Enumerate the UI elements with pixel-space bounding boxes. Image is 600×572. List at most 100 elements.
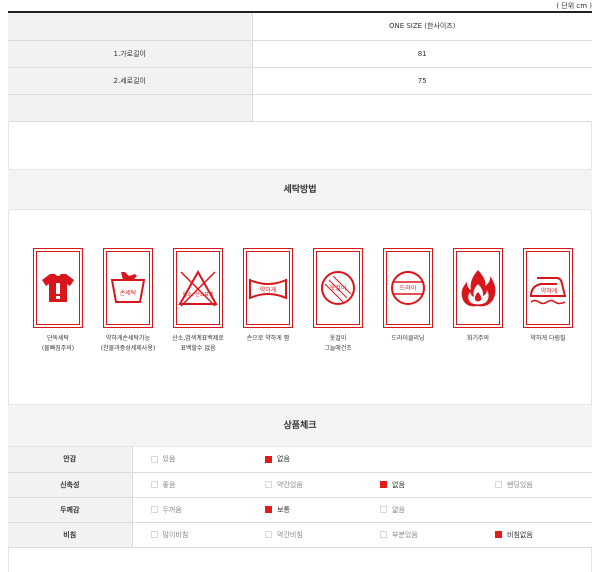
checkbox[interactable] xyxy=(150,455,158,463)
wash-item-fire: 화기주의 xyxy=(447,248,509,344)
check-option[interactable]: 약간있음 xyxy=(247,472,362,498)
product-check-table: 안감 있음 없음 신축성 좋음 약간있음 없음 밴딩있음 두께감 두꺼움 보통 … xyxy=(8,447,592,548)
check-option-label: 없음 xyxy=(277,455,290,464)
wash-item-wring: 약하게 손으로 약하게 짬 xyxy=(237,248,299,344)
wash-item-title: 산소,염색계표백제로 xyxy=(172,335,224,342)
wash-icon-frame xyxy=(453,248,503,328)
checkbox[interactable] xyxy=(380,506,387,513)
check-option-label: 비침없음 xyxy=(507,530,533,539)
checkbox[interactable] xyxy=(380,531,387,538)
check-row-label: 두께감 xyxy=(8,497,133,523)
size-row: 1.가로길이 81 xyxy=(8,40,592,68)
check-option[interactable]: 부분있음 xyxy=(362,522,477,548)
size-row-empty xyxy=(8,94,592,122)
hand-wash-tub-icon: 손세탁 xyxy=(106,251,150,325)
wash-icon-frame: 염소, 산소표백 xyxy=(173,248,223,328)
wash-section-title: 세탁방법 xyxy=(8,169,592,210)
check-option-label: 부분있음 xyxy=(392,530,418,539)
check-option[interactable]: 비침없음 xyxy=(477,522,592,548)
wash-icons-area: 단독세탁 (물빠짐주의) 손세탁 약하게손세탁가능 (찬물과중성세제사용) 염소… xyxy=(8,210,592,404)
icon-text: 손세탁 xyxy=(120,289,137,297)
check-row-stretch: 신축성 좋음 약간있음 없음 밴딩있음 xyxy=(8,472,592,498)
wash-item-iron: 약하게 약하게 다림질 xyxy=(517,248,579,344)
check-row-thickness: 두께감 두꺼움 보통 얇음 xyxy=(8,497,592,523)
check-option[interactable]: 얇음 xyxy=(362,497,477,523)
wash-item-subtitle: (물빠짐주의) xyxy=(41,345,75,352)
check-option[interactable]: 없음 xyxy=(362,472,477,498)
check-option[interactable]: 많이비침 xyxy=(132,522,247,548)
icon-text: 약하게 xyxy=(260,286,277,294)
iron-low-icon: 약하게 xyxy=(526,251,570,325)
icon-text: 약하게 xyxy=(541,287,558,295)
wash-item-dry-clean: 드라이 드라이클리닝 xyxy=(377,248,439,344)
checkbox[interactable] xyxy=(150,481,158,488)
check-option[interactable]: 약간비침 xyxy=(247,522,362,548)
spacer-box xyxy=(8,121,592,169)
check-row-label: 신축성 xyxy=(8,472,133,498)
wash-item-title: 약하게 다림질 xyxy=(530,335,566,342)
wash-item-solo: 단독세탁 (물빠짐주의) xyxy=(27,248,89,354)
check-row-label: 비침 xyxy=(8,522,133,548)
check-option-empty xyxy=(477,497,592,523)
check-option-label: 많이비침 xyxy=(162,530,189,539)
shirt-warning-icon xyxy=(36,251,80,325)
check-option[interactable]: 좋음 xyxy=(132,472,247,498)
wash-item-subtitle: 표백할수 없음 xyxy=(180,345,216,352)
checkbox-checked[interactable] xyxy=(265,455,272,463)
size-table: ONE SIZE (한사이즈) 1.가로길이 81 2.세로길이 75 xyxy=(8,13,592,122)
flammable-icon xyxy=(456,251,500,325)
wash-item-no-bleach: 염소, 산소표백 산소,염색계표백제로 표백할수 없음 xyxy=(167,248,229,354)
check-option-label: 보통 xyxy=(277,505,290,514)
checkbox-checked[interactable] xyxy=(495,531,502,538)
checkbox[interactable] xyxy=(150,506,158,513)
wash-icon-frame: 약하게 xyxy=(243,248,293,328)
wash-item-title: 화기주의 xyxy=(466,335,490,342)
size-row-label: 1.가로길이 xyxy=(8,40,253,68)
check-option-label: 없음 xyxy=(392,480,405,489)
checkbox-checked[interactable] xyxy=(265,506,272,513)
wash-icon-frame: 손세탁 xyxy=(103,248,153,328)
check-row-label: 안감 xyxy=(8,447,133,473)
icon-text: 드라이 xyxy=(400,284,417,292)
checkbox[interactable] xyxy=(150,531,158,538)
check-option[interactable]: 밴딩있음 xyxy=(477,472,592,498)
wash-item-label: 옷걸이 그늘에건조 xyxy=(307,334,369,354)
wash-item-subtitle: 그늘에건조 xyxy=(324,345,352,352)
wash-item-title: 약하게손세탁가능 xyxy=(105,335,151,342)
check-option-label: 좋음 xyxy=(162,480,176,489)
checkbox[interactable] xyxy=(265,531,272,538)
unit-label: ( 단위 cm ) xyxy=(556,2,592,10)
size-header-label: ONE SIZE (한사이즈) xyxy=(252,13,592,41)
check-option[interactable]: 없음 xyxy=(247,447,362,473)
wash-icon-frame: 드라이 xyxy=(383,248,433,328)
wash-item-shade-dry: 옷걸이 옷걸이 그늘에건조 xyxy=(307,248,369,354)
wash-item-subtitle: (찬물과중성세제사용) xyxy=(100,345,156,352)
check-option[interactable]: 있음 xyxy=(132,447,247,473)
wash-icon-frame xyxy=(33,248,83,328)
wash-item-title: 단독세탁 xyxy=(46,335,70,342)
check-option-label: 밴딩있음 xyxy=(507,480,533,489)
bottom-spacer-box xyxy=(8,548,592,572)
hand-wring-icon: 약하게 xyxy=(246,251,290,325)
wash-item-title: 손으로 약하게 짬 xyxy=(246,335,290,342)
check-row-sheerness: 비침 많이비침 약간비침 부분있음 비침없음 xyxy=(8,522,592,548)
check-option-label: 있음 xyxy=(162,455,176,464)
check-section-title: 상품체크 xyxy=(8,404,592,447)
icon-text: 옷걸이 xyxy=(330,284,347,292)
check-option-empty xyxy=(477,447,592,473)
checkbox[interactable] xyxy=(495,481,502,488)
check-option-label: 얇음 xyxy=(392,505,405,514)
check-option[interactable]: 두꺼움 xyxy=(132,497,247,523)
size-row-value: 81 xyxy=(252,40,592,68)
checkbox-checked[interactable] xyxy=(380,481,387,488)
check-row-lining: 안감 있음 없음 xyxy=(8,447,592,473)
size-row-value: 75 xyxy=(252,67,592,95)
check-option-label: 두꺼움 xyxy=(162,505,182,514)
icon-text: 염소, 산소표백 xyxy=(183,291,214,298)
size-row-empty-label xyxy=(8,94,253,122)
check-option[interactable]: 보통 xyxy=(247,497,362,523)
checkbox[interactable] xyxy=(265,481,272,488)
wash-item-label: 약하게손세탁가능 (찬물과중성세제사용) xyxy=(97,334,159,354)
wash-icon-frame: 약하게 xyxy=(523,248,573,328)
wash-item-label: 화기주의 xyxy=(447,334,509,344)
